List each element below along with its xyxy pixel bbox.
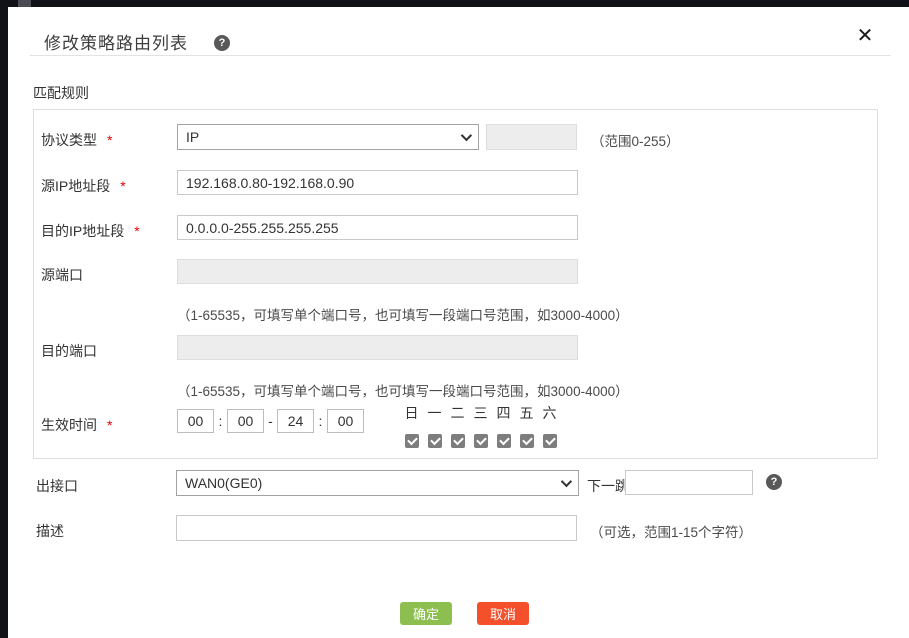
start-hour-field[interactable] — [177, 409, 214, 433]
weekday-saturday: 六 — [538, 403, 561, 448]
src-port-note: （1-65535，可填写单个端口号，也可填写一段端口号范围，如3000-4000… — [177, 308, 629, 323]
src-ip-label: 源IP地址段 * — [41, 178, 126, 194]
title-help-icon[interactable]: ? — [214, 35, 230, 51]
required-marker: * — [107, 417, 113, 433]
weekday-checkbox[interactable] — [473, 434, 488, 448]
page-background-tab — [18, 0, 31, 7]
start-minute-field[interactable] — [227, 409, 264, 433]
weekday-monday: 一 — [423, 403, 446, 448]
time-separator: : — [218, 413, 223, 429]
required-marker: * — [107, 132, 113, 148]
protocol-number-field — [486, 124, 577, 150]
out-interface-select[interactable]: WAN0(GE0) — [176, 470, 579, 496]
match-rules-section-title: 匹配规则 — [33, 85, 89, 101]
description-note: （可选，范围1-15个字符） — [590, 525, 753, 540]
src-port-label: 源端口 — [41, 267, 83, 283]
weekday-checkbox[interactable] — [450, 434, 465, 448]
title-divider — [30, 55, 891, 56]
out-interface-label: 出接口 — [36, 478, 78, 494]
weekday-friday: 五 — [515, 403, 538, 448]
weekday-wednesday: 三 — [469, 403, 492, 448]
protocol-label: 协议类型 * — [41, 132, 113, 148]
time-range: : - : — [177, 409, 364, 433]
policy-route-edit-dialog: 修改策略路由列表 ? ✕ 匹配规则 协议类型 * IP （范围0-255） 源IP… — [8, 7, 909, 638]
required-marker: * — [134, 223, 140, 239]
next-hop-field[interactable] — [625, 470, 753, 495]
weekday-tuesday: 二 — [446, 403, 469, 448]
weekday-checkbox[interactable] — [542, 434, 557, 448]
weekday-checkbox[interactable] — [519, 434, 534, 448]
close-icon[interactable]: ✕ — [853, 24, 877, 48]
required-marker: * — [120, 178, 126, 194]
dst-ip-label: 目的IP地址段 * — [41, 223, 140, 239]
dialog-title: 修改策略路由列表 — [44, 34, 188, 53]
dst-port-field — [177, 335, 578, 360]
weekday-checkbox[interactable] — [404, 434, 419, 448]
effective-time-label: 生效时间 * — [41, 417, 113, 433]
match-rules-box: 协议类型* IP （范围0-255） 源IP地址段* 目的IP地址段* 源端口 — [33, 109, 878, 459]
dst-ip-field[interactable] — [177, 215, 578, 240]
cancel-button[interactable]: 取消 — [477, 602, 529, 625]
protocol-note: （范围0-255） — [591, 134, 680, 149]
end-hour-field[interactable] — [277, 409, 314, 433]
next-hop-help-icon[interactable]: ? — [766, 474, 782, 490]
page-background-strip — [0, 0, 909, 7]
protocol-select[interactable]: IP — [177, 124, 479, 150]
src-ip-field[interactable] — [177, 170, 578, 195]
description-field[interactable] — [176, 515, 577, 541]
protocol-select-control[interactable]: IP — [178, 125, 478, 149]
dst-port-label: 目的端口 — [41, 343, 97, 359]
weekday-checkbox[interactable] — [496, 434, 511, 448]
time-separator: - — [268, 413, 273, 429]
src-port-field — [177, 259, 578, 284]
end-minute-field[interactable] — [327, 409, 364, 433]
weekday-checkbox[interactable] — [427, 434, 442, 448]
description-label: 描述 — [36, 523, 64, 539]
time-separator: : — [318, 413, 323, 429]
weekday-checkbox-group: 日 一 二 三 四 五 六 — [400, 403, 561, 448]
out-interface-select-control[interactable]: WAN0(GE0) — [177, 471, 578, 495]
ok-button[interactable]: 确定 — [400, 602, 452, 625]
weekday-sunday: 日 — [400, 403, 423, 448]
next-hop-label: 下一跳 — [587, 478, 629, 494]
weekday-thursday: 四 — [492, 403, 515, 448]
dst-port-note: （1-65535，可填写单个端口号，也可填写一段端口号范围，如3000-4000… — [177, 384, 629, 399]
